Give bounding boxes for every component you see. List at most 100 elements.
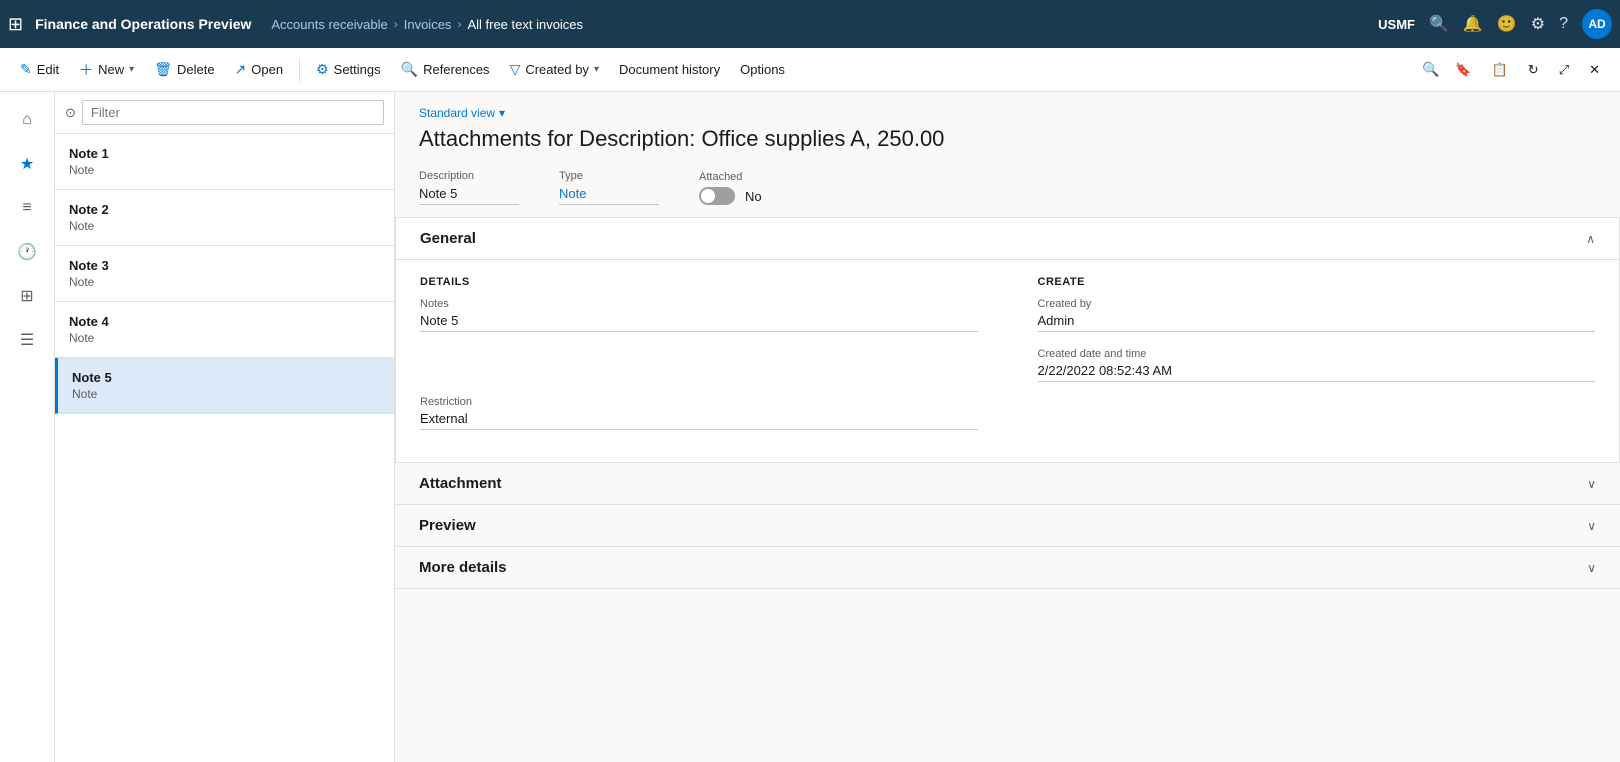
general-section-header[interactable]: General ∧ [396,218,1619,260]
type-value[interactable]: Note [559,186,659,205]
attached-toggle[interactable] [699,187,735,205]
sidebar-menu-icon[interactable]: ≡ [9,190,45,226]
fields-row: Description Note 5 Type Note Attached No [395,162,1620,218]
list-item[interactable]: Note 2 Note [55,190,394,246]
sidebar-recent-icon[interactable]: 🕐 [9,234,45,270]
attached-field-group: Attached No [699,171,762,205]
standard-view-dropdown[interactable]: Standard view ▾ [419,106,1596,120]
options-label: Options [740,62,785,77]
notification-icon[interactable]: 🔔 [1463,14,1483,34]
settings-icon[interactable]: ⚙ [1531,14,1545,34]
new-label: New [98,62,124,77]
expand-icon[interactable]: 📋 [1484,58,1516,82]
filter-search-icon: ⊙ [65,105,76,121]
notes-field: Notes Note 5 [420,298,978,332]
document-history-button[interactable]: Document history [611,58,728,81]
new-button[interactable]: ＋ New ▾ [71,56,142,84]
delete-label: Delete [177,62,215,77]
search-icon[interactable]: 🔍 [1429,14,1449,34]
list-item-title: Note 1 [69,146,380,161]
created-date-value[interactable]: 2/22/2022 08:52:43 AM [1038,363,1596,382]
list-panel: ⊙ Note 1 Note Note 2 Note Note 3 Note No… [55,92,395,762]
refresh-icon[interactable]: ↻ [1520,58,1547,82]
toolbar-search-icon[interactable]: 🔍 [1422,61,1439,77]
type-label: Type [559,170,659,182]
list-item-title: Note 4 [69,314,380,329]
filter-input[interactable] [82,100,384,125]
preview-section-title: Preview [419,517,476,534]
list-item-selected[interactable]: Note 5 Note [55,358,394,414]
general-section-body: DETAILS Notes Note 5 Restriction Externa… [396,260,1619,462]
detail-header: Standard view ▾ Attachments for Descript… [395,92,1620,162]
breadcrumb-invoices[interactable]: Invoices [404,17,452,32]
list-item-sub: Note [69,219,380,233]
sidebar-home-icon[interactable]: ⌂ [9,102,45,138]
list-item-sub: Note [72,387,380,401]
settings-toolbar-icon: ⚙ [316,61,329,78]
attachment-section: Attachment ∨ [395,463,1620,505]
standard-view-label: Standard view [419,106,495,120]
attached-label: Attached [699,171,762,183]
restriction-value[interactable]: External [420,411,978,430]
list-item[interactable]: Note 1 Note [55,134,394,190]
breadcrumb-current: All free text invoices [467,17,583,32]
avatar[interactable]: AD [1582,9,1612,39]
sidebar-grid-icon[interactable]: ⊞ [9,278,45,314]
references-button[interactable]: 🔍 References [393,57,498,82]
delete-button[interactable]: 🗑 Delete [146,57,222,82]
help-icon[interactable]: ? [1559,15,1568,33]
top-nav: ⊞ Finance and Operations Preview Account… [0,0,1620,48]
main-layout: ⌂ ★ ≡ 🕐 ⊞ ☰ ⊙ Note 1 Note Note 2 Note No… [0,92,1620,762]
details-column: DETAILS Notes Note 5 Restriction Externa… [420,276,978,446]
more-details-section-header[interactable]: More details ∨ [395,547,1620,588]
attachment-section-title: Attachment [419,475,502,492]
description-value[interactable]: Note 5 [419,186,519,205]
breadcrumb: Accounts receivable › Invoices › All fre… [271,17,583,32]
restriction-label: Restriction [420,396,978,408]
sidebar-list-icon[interactable]: ☰ [9,322,45,358]
edit-button[interactable]: ✎ Edit [12,57,67,82]
open-label: Open [251,62,283,77]
general-section: General ∧ DETAILS Notes Note 5 Restricti… [395,218,1620,463]
options-button[interactable]: Options [732,58,793,81]
edit-icon: ✎ [20,61,32,78]
details-group-label: DETAILS [420,276,978,288]
sidebar: ⌂ ★ ≡ 🕐 ⊞ ☰ [0,92,55,762]
open-button[interactable]: ↗ Open [227,57,292,82]
toolbar-right: 🔍 [1422,61,1439,78]
toolbar: ✎ Edit ＋ New ▾ 🗑 Delete ↗ Open ⚙ Setting… [0,48,1620,92]
preview-section-header[interactable]: Preview ∨ [395,505,1620,546]
breadcrumb-accounts-receivable[interactable]: Accounts receivable [271,17,387,32]
created-by-value[interactable]: Admin [1038,313,1596,332]
toggle-knob [701,189,715,203]
settings-button[interactable]: ⚙ Settings [308,57,389,82]
created-by-button[interactable]: ▽ Created by ▾ [502,57,607,82]
more-details-section: More details ∨ [395,547,1620,589]
sidebar-star-icon[interactable]: ★ [9,146,45,182]
breadcrumb-sep-1: › [394,17,398,31]
list-item[interactable]: Note 3 Note [55,246,394,302]
notes-value[interactable]: Note 5 [420,313,978,332]
preview-section-chevron: ∨ [1587,519,1596,533]
create-group-label: CREATE [1038,276,1596,288]
attachment-section-header[interactable]: Attachment ∨ [395,463,1620,504]
popout-icon[interactable]: ⤢ [1551,58,1577,82]
breadcrumb-sep-2: › [457,17,461,31]
created-date-field: Created date and time 2/22/2022 08:52:43… [1038,348,1596,382]
general-section-chevron: ∧ [1586,232,1595,246]
list-item-sub: Note [69,275,380,289]
close-button[interactable]: ✕ [1581,58,1608,82]
bookmark-icon[interactable]: 🔖 [1447,58,1479,82]
attached-no-label: No [745,189,762,204]
detail-panel: Standard view ▾ Attachments for Descript… [395,92,1620,762]
emoji-icon[interactable]: 🙂 [1497,14,1517,34]
details-create-grid: DETAILS Notes Note 5 Restriction Externa… [420,276,1595,446]
attachment-section-chevron: ∨ [1587,477,1596,491]
app-title: Finance and Operations Preview [35,16,251,32]
general-section-title: General [420,230,476,247]
list-item[interactable]: Note 4 Note [55,302,394,358]
description-field-group: Description Note 5 [419,170,519,205]
list-items: Note 1 Note Note 2 Note Note 3 Note Note… [55,134,394,762]
grid-icon[interactable]: ⊞ [8,14,23,35]
standard-view-chevron: ▾ [499,106,505,120]
